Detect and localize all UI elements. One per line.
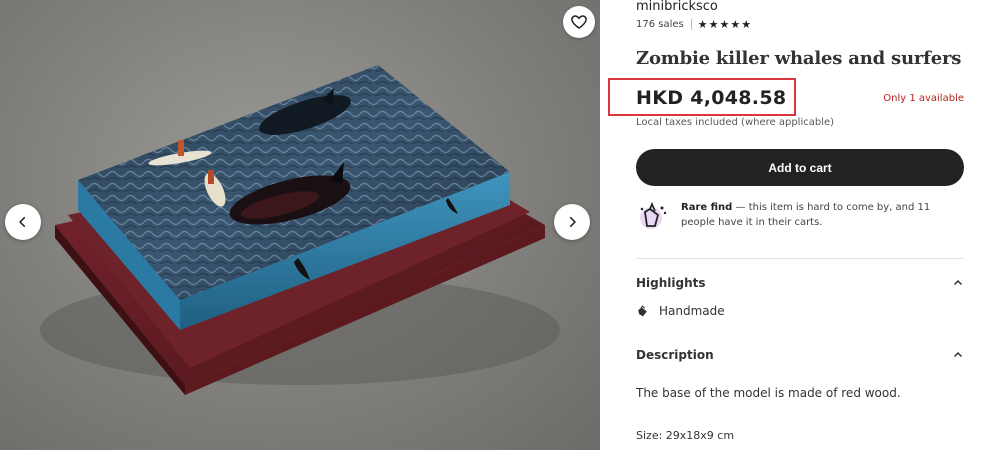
chevron-left-icon <box>19 216 26 228</box>
product-photo <box>40 65 560 395</box>
listing-title: Zombie killer whales and surfers <box>636 48 962 69</box>
hand-icon <box>638 304 647 316</box>
next-image-button[interactable] <box>554 204 590 240</box>
description-heading: Description <box>636 348 714 362</box>
star-icon: ★ <box>741 18 752 31</box>
chevron-up-icon <box>953 279 963 286</box>
shop-sales-rating: 176 sales ★ ★ ★ ★ ★ <box>636 19 751 30</box>
highlights-toggle[interactable]: Highlights <box>636 276 964 290</box>
add-to-cart-button[interactable]: Add to cart <box>636 149 964 186</box>
stock-status: Only 1 available <box>883 93 964 104</box>
favorite-button[interactable] <box>563 6 595 38</box>
star-icon: ★ <box>708 18 719 31</box>
product-image-gallery <box>0 0 600 450</box>
star-icon: ★ <box>730 18 741 31</box>
listing-info-panel: minibricksco 176 sales ★ ★ ★ ★ ★ Zombie … <box>608 0 966 457</box>
star-icon: ★ <box>719 18 730 31</box>
previous-image-button[interactable] <box>5 204 41 240</box>
chevron-up-icon <box>953 351 963 358</box>
star-rating[interactable]: ★ ★ ★ ★ ★ <box>698 19 751 30</box>
description-size: Size: 29x18x9 cm <box>636 429 735 442</box>
listing-price: HKD 4,048.58 <box>636 87 787 109</box>
highlight-label: Handmade <box>659 304 725 318</box>
highlight-item-handmade: Handmade <box>636 304 725 318</box>
shop-name-link[interactable]: minibricksco <box>636 0 718 14</box>
chevron-right-icon <box>569 216 576 228</box>
heart-icon <box>571 15 587 29</box>
rare-find-label: Rare find <box>681 202 733 213</box>
rare-find-text: Rare find — this item is hard to come by… <box>681 200 966 234</box>
star-icon: ★ <box>697 18 708 31</box>
tax-note: Local taxes included (where applicable) <box>636 117 835 128</box>
highlights-heading: Highlights <box>636 276 706 290</box>
description-text: The base of the model is made of red woo… <box>636 386 901 400</box>
sales-count: 176 sales <box>636 19 684 30</box>
description-toggle[interactable]: Description <box>636 348 964 362</box>
divider <box>690 19 692 30</box>
rare-find-icon <box>640 201 667 229</box>
divider <box>636 258 964 259</box>
rare-find-notice: Rare find — this item is hard to come by… <box>636 200 966 234</box>
